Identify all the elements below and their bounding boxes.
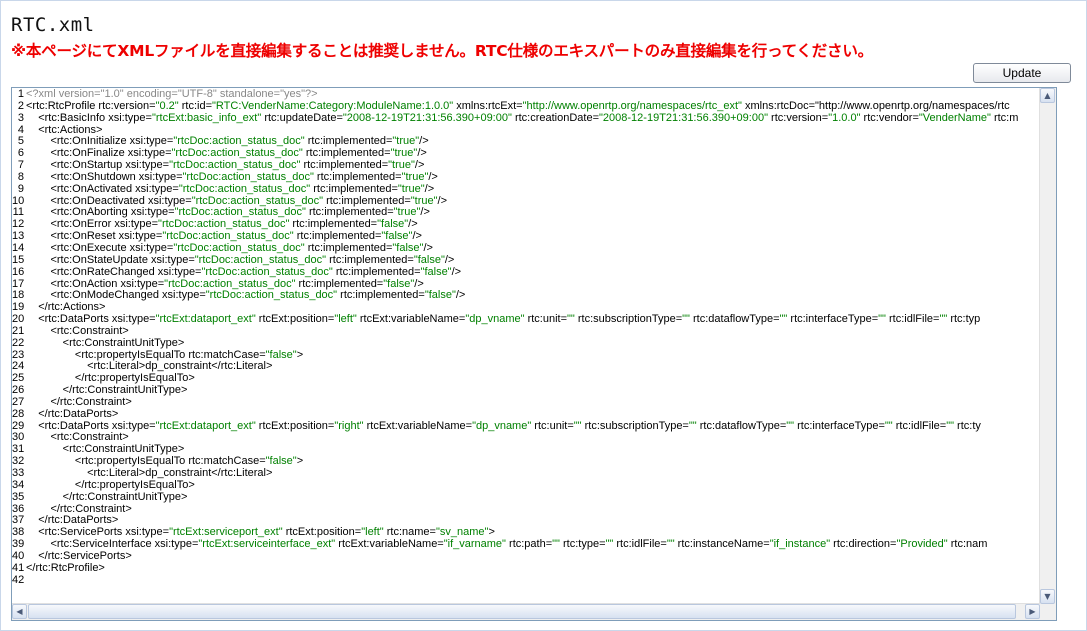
xml-editor-panel: RTC.xml ※本ページにてXMLファイルを直接編集することは推奨しません。R… <box>0 0 1087 631</box>
line-number: 40 <box>12 549 25 562</box>
line-text: <rtc:ConstraintUnitType> <box>26 336 185 349</box>
code-line: 27 </rtc:Constraint> <box>12 395 1040 409</box>
code-line: 40 </rtc:ServicePorts> <box>12 549 1040 563</box>
line-number: 28 <box>12 407 25 420</box>
line-text: <rtc:DataPorts xsi:type="rtcExt:dataport… <box>26 419 981 432</box>
code-line: 15 <rtc:OnStateUpdate xsi:type="rtcDoc:a… <box>12 253 1040 267</box>
update-button[interactable]: Update <box>973 63 1071 83</box>
code-line: 21 <rtc:Constraint> <box>12 324 1040 338</box>
line-text: </rtc:RtcProfile> <box>26 561 105 574</box>
line-number: 42 <box>12 573 25 586</box>
line-number: 41 <box>12 561 25 574</box>
horizontal-scrollbar[interactable]: ◀ ▶ <box>12 603 1040 620</box>
scroll-right-icon[interactable]: ▶ <box>1025 604 1040 619</box>
code-line: 34 </rtc:propertyIsEqualTo> <box>12 478 1040 492</box>
line-text: </rtc:Constraint> <box>26 395 132 408</box>
line-number: 3 <box>17 111 24 124</box>
code-line: 29 <rtc:DataPorts xsi:type="rtcExt:datap… <box>12 419 1040 433</box>
line-number: 16 <box>12 265 25 278</box>
code-line: 22 <rtc:ConstraintUnitType> <box>12 336 1040 350</box>
line-number: 34 <box>12 478 25 491</box>
code-line: 41 </rtc:RtcProfile> <box>12 561 1040 575</box>
code-line: 20 <rtc:DataPorts xsi:type="rtcExt:datap… <box>12 313 1040 326</box>
vertical-scrollbar[interactable]: ▲ ▼ <box>1039 88 1056 604</box>
line-number: 22 <box>12 336 25 349</box>
line-text: <rtc:Constraint> <box>26 324 129 337</box>
line-number: 2 <box>17 99 24 112</box>
scroll-left-icon[interactable]: ◀ <box>12 604 27 619</box>
code-line: 3 <rtc:BasicInfo xsi:type="rtcExt:basic_… <box>12 111 1040 125</box>
line-text: <rtc:ServiceInterface xsi:type="rtcExt:s… <box>26 538 988 551</box>
code-line: 42 <box>12 573 1040 587</box>
code-content[interactable]: 1 <?xml version="1.0" encoding="UTF-8" st… <box>12 89 1040 604</box>
line-number: 21 <box>12 324 25 337</box>
code-line: 18 <rtc:OnModeChanged xsi:type="rtcDoc:a… <box>12 289 1040 302</box>
line-number: 27 <box>12 395 25 408</box>
horizontal-scroll-thumb[interactable] <box>28 604 1016 619</box>
scroll-up-icon[interactable]: ▲ <box>1040 88 1055 103</box>
line-number: 15 <box>12 253 25 266</box>
scrollbar-corner <box>1040 604 1056 620</box>
code-line: 39 <rtc:ServiceInterface xsi:type="rtcEx… <box>12 538 1040 551</box>
code-line: 9 <rtc:OnActivated xsi:type="rtcDoc:acti… <box>12 182 1040 196</box>
code-line: 26 </rtc:ConstraintUnitType> <box>12 384 1040 397</box>
code-line: 36 </rtc:Constraint> <box>12 503 1040 516</box>
line-text: <rtc:BasicInfo xsi:type="rtcExt:basic_in… <box>26 111 1019 124</box>
code-line: 35 </rtc:ConstraintUnitType> <box>12 490 1040 504</box>
page-title: RTC.xml <box>11 14 95 36</box>
line-number: 9 <box>17 182 24 195</box>
line-text: </rtc:ServicePorts> <box>26 549 132 562</box>
scroll-down-icon[interactable]: ▼ <box>1040 589 1055 604</box>
code-line: 8 <rtc:OnShutdown xsi:type="rtcDoc:actio… <box>12 170 1040 184</box>
warning-message: ※本ページにてXMLファイルを直接編集することは推奨しません。RTC仕様のエキス… <box>11 42 873 60</box>
line-text: <rtc:DataPorts xsi:type="rtcExt:dataport… <box>26 313 981 326</box>
line-text: </rtc:DataPorts> <box>26 407 119 420</box>
line-number: 35 <box>12 490 25 503</box>
line-text: </rtc:propertyIsEqualTo> <box>26 478 195 491</box>
line-text: </rtc:ConstraintUnitType> <box>26 490 188 503</box>
xml-text-area[interactable]: 1 <?xml version="1.0" encoding="UTF-8" st… <box>11 87 1057 621</box>
line-number: 8 <box>17 170 24 183</box>
